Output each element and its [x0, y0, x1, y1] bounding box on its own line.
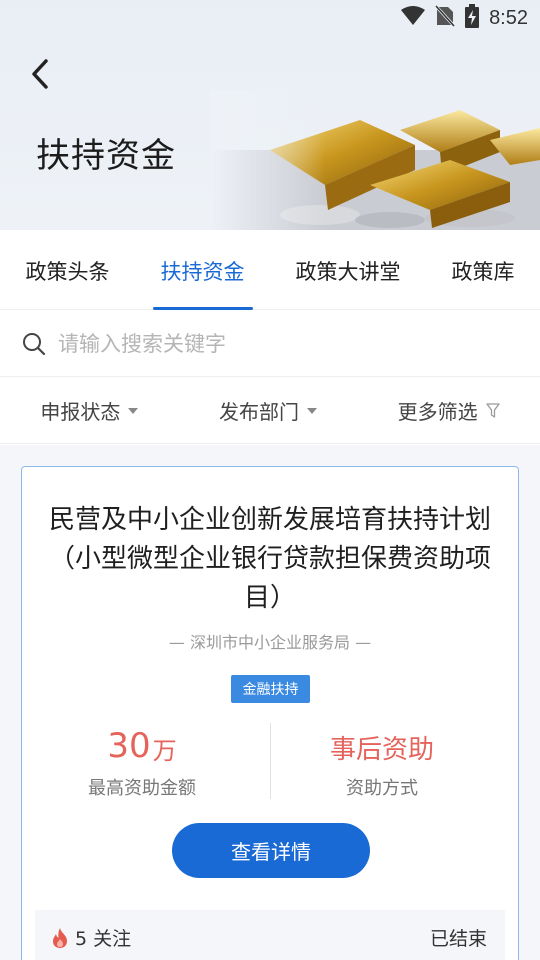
filter-bar: 申报状态 发布部门 更多筛选 [0, 378, 540, 444]
page-title: 扶持资金 [36, 136, 176, 176]
clock-time: 8:52 [489, 6, 528, 29]
program-title: 民营及中小企业创新发展培育扶持计划 （小型微型企业银行贷款担保费资助项目） [48, 505, 491, 613]
filter-more[interactable]: 更多筛选 [398, 396, 500, 425]
flame-icon [53, 927, 67, 948]
funding-method-label: 资助方式 [346, 778, 418, 799]
funding-program-card[interactable]: 民营及中小企业创新发展培育扶持计划 （小型微型企业银行贷款担保费资助项目） — … [21, 466, 519, 960]
tab-support-funds[interactable]: 扶持资金 [152, 246, 253, 310]
search-bar [0, 311, 540, 377]
max-amount-stat: 30 万 最高资助金额 [22, 722, 262, 800]
wifi-icon [401, 5, 426, 31]
max-amount-unit: 万 [152, 737, 177, 765]
no-sim-icon [433, 3, 457, 32]
filter-label: 申报状态 [40, 400, 121, 424]
funding-method-stat: 事后资助 资助方式 [262, 722, 502, 800]
follow-info[interactable]: 5 关注 [51, 924, 131, 951]
max-amount-label: 最高资助金额 [88, 778, 196, 799]
search-icon [23, 332, 46, 355]
tab-bar: 政策头条 扶持资金 政策大讲堂 政策库 [0, 232, 540, 310]
tab-policy-lectures[interactable]: 政策大讲堂 [292, 246, 405, 296]
status-bar: 8:52 [0, 0, 540, 36]
funnel-icon [485, 402, 500, 418]
battery-charging-icon [465, 3, 480, 33]
tab-policy-headlines[interactable]: 政策头条 [22, 246, 114, 296]
caret-down-icon [128, 407, 139, 414]
card-footer: 5 关注 已结束 [35, 910, 505, 960]
search-input[interactable] [58, 331, 498, 356]
filter-application-status[interactable]: 申报状态 [40, 396, 139, 425]
filter-label: 更多筛选 [397, 400, 478, 424]
header-banner: 8:52 扶持资金 [0, 0, 540, 230]
category-tag: 金融扶持 [231, 675, 310, 703]
gold-bars-illustration [210, 90, 540, 230]
chevron-left-icon [32, 59, 48, 89]
tab-policy-library[interactable]: 政策库 [448, 246, 519, 296]
program-status: 已结束 [429, 928, 487, 950]
program-department: — 深圳市中小企业服务局 — [168, 633, 372, 652]
max-amount-value: 30 [107, 726, 151, 766]
funding-method-value: 事后资助 [329, 735, 434, 765]
filter-publishing-department[interactable]: 发布部门 [219, 396, 317, 425]
follow-count: 5 关注 [75, 928, 132, 950]
max-amount-value-row: 30 万 [22, 722, 262, 766]
caret-down-icon [306, 407, 317, 414]
back-button[interactable] [22, 54, 58, 94]
view-details-button[interactable]: 查看详情 [172, 823, 370, 878]
filter-label: 发布部门 [218, 400, 299, 424]
